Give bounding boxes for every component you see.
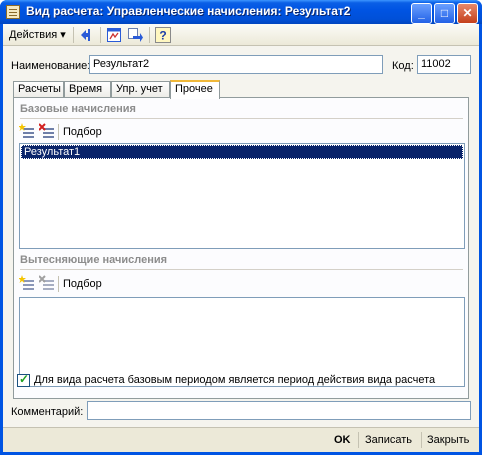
toolbar-separator — [58, 276, 59, 292]
delete-row-icon[interactable] — [39, 275, 55, 291]
close-form-button[interactable]: Закрыть — [427, 432, 469, 448]
comment-field[interactable] — [87, 401, 471, 420]
actions-menu[interactable]: Действия ▾ — [6, 27, 69, 43]
code-label: Код: — [392, 60, 414, 72]
toolbar-separator — [149, 27, 150, 43]
base-accruals-list[interactable]: Результат1 — [19, 143, 465, 249]
window-icon — [6, 5, 20, 19]
comment-label: Комментарий: — [11, 406, 84, 418]
list-item[interactable]: Результат1 — [21, 145, 463, 159]
window-client: Действия ▾ ? Наименование: Результат2 Ко… — [3, 24, 479, 452]
tab-other[interactable]: Прочее — [170, 80, 220, 99]
ok-button[interactable]: OK — [334, 432, 351, 448]
section-divider — [20, 118, 463, 119]
svg-text:?: ? — [159, 29, 166, 43]
title-bar[interactable]: Вид расчета: Управленческие начисления: … — [0, 0, 482, 24]
tab-panel-other: Базовые начисления Подбор Результат1 Выт… — [13, 97, 469, 399]
footer-separator — [421, 432, 422, 448]
toolbar-separator — [58, 124, 59, 140]
footer-bar: OK Записать Закрыть — [3, 427, 479, 452]
actions-label: Действия — [9, 29, 58, 41]
close-button[interactable]: ✕ — [457, 3, 478, 24]
add-row-icon[interactable] — [19, 275, 35, 291]
move-left-icon[interactable] — [79, 27, 95, 43]
base-pick-button[interactable]: Подбор — [63, 125, 102, 139]
window: Вид расчета: Управленческие начисления: … — [0, 0, 482, 455]
base-accruals-title: Базовые начисления — [20, 103, 136, 115]
displacing-pick-button[interactable]: Подбор — [63, 277, 102, 291]
minimize-button[interactable]: _ — [411, 3, 432, 24]
name-label: Наименование: — [11, 60, 91, 72]
tab-time[interactable]: Время — [64, 81, 111, 98]
chevron-down-icon: ▾ — [60, 29, 66, 41]
base-period-checkbox-label: Для вида расчета базовым периодом являет… — [34, 374, 436, 386]
tab-management-accounting[interactable]: Упр. учет — [111, 81, 170, 98]
code-field[interactable]: 11002 — [417, 55, 471, 74]
toolbar-separator — [100, 27, 101, 43]
add-row-icon[interactable] — [19, 123, 35, 139]
displacing-accruals-title: Вытесняющие начисления — [20, 254, 168, 266]
footer-separator — [358, 432, 359, 448]
tab-calculations[interactable]: Расчеты — [13, 81, 64, 98]
base-period-checkbox[interactable] — [17, 372, 30, 387]
toolbar-separator — [73, 27, 74, 43]
help-icon[interactable]: ? — [155, 27, 171, 43]
toolbar: Действия ▾ ? — [3, 24, 479, 46]
delete-row-icon[interactable] — [39, 123, 55, 139]
save-button[interactable]: Записать — [365, 432, 412, 448]
calendar-icon[interactable] — [106, 27, 122, 43]
name-field[interactable]: Результат2 — [89, 55, 383, 74]
refresh-icon[interactable] — [127, 27, 143, 43]
window-title: Вид расчета: Управленческие начисления: … — [26, 4, 351, 18]
section-divider — [20, 269, 463, 270]
maximize-button[interactable]: □ — [434, 3, 455, 24]
